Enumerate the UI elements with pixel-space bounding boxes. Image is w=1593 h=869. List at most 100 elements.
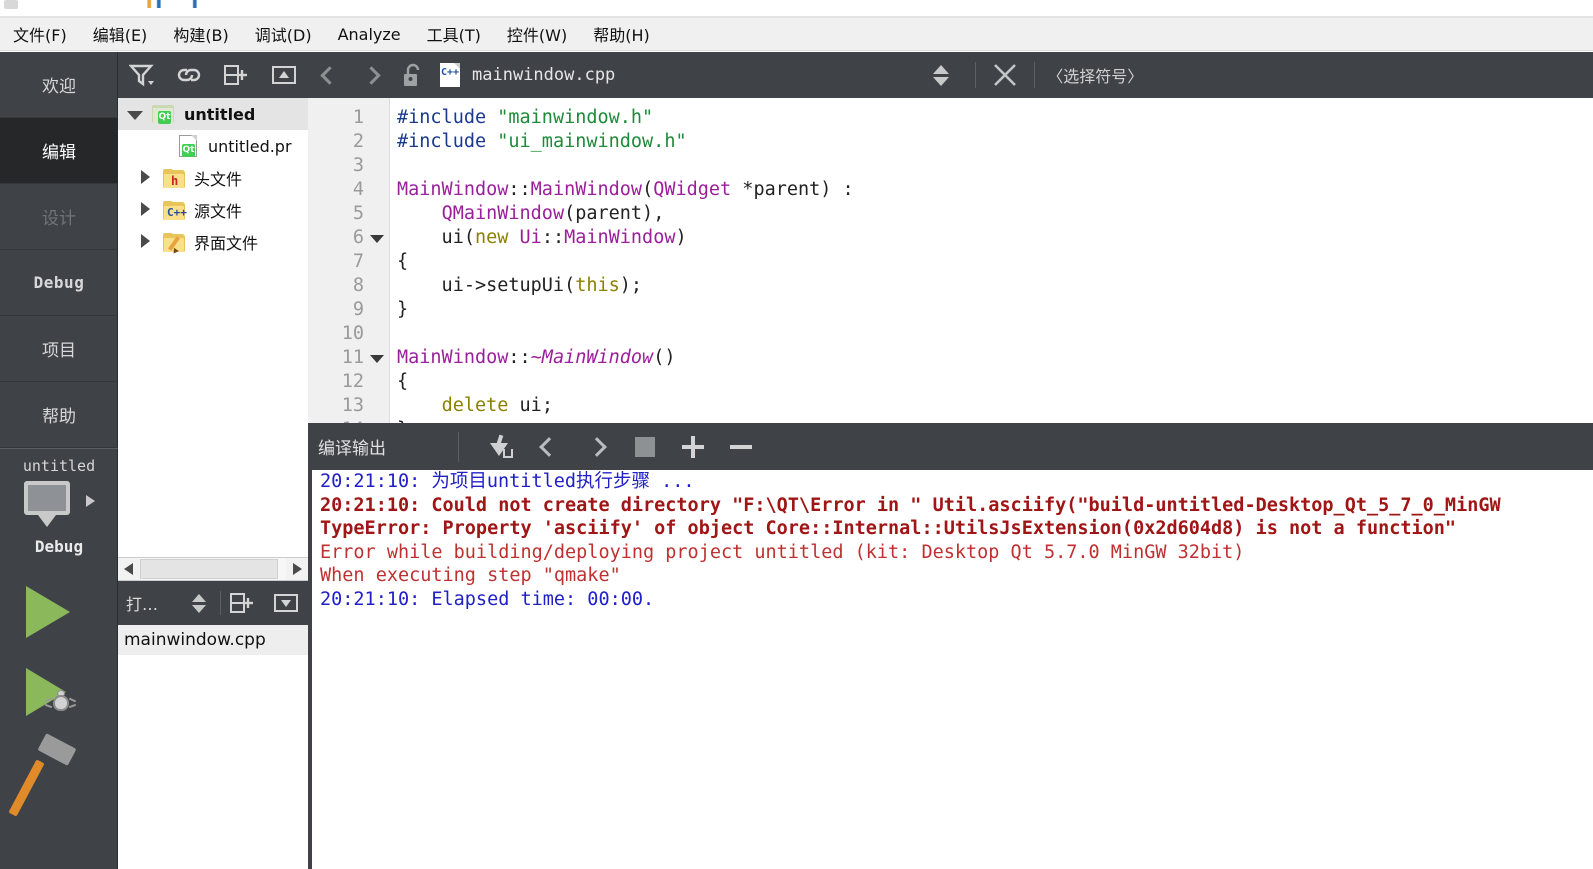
- forward-chevron-icon[interactable]: [350, 52, 392, 98]
- sidebar-item-welcome[interactable]: 欢迎: [0, 52, 118, 118]
- folder-cpp-icon: C++: [158, 200, 190, 220]
- code-token: (parent),: [564, 203, 665, 224]
- bug-icon: [44, 690, 77, 712]
- compile-output-pane[interactable]: 20:21:10: 为项目untitled执行步骤 ... 20:21:10: C…: [308, 470, 1593, 869]
- scrollbar-thumb[interactable]: [140, 559, 278, 579]
- output-pane-toolbar: 编译输出: [308, 423, 1593, 470]
- fold-marker-icon[interactable]: [370, 226, 384, 251]
- current-file-indicator[interactable]: C++ mainwindow.cpp: [434, 63, 615, 87]
- tree-item-pro-file[interactable]: Qt untitled.pr: [118, 130, 308, 162]
- sidebar-item-help[interactable]: 帮助: [0, 382, 118, 448]
- code-editor[interactable]: 1234567891011121314 #include "mainwindow…: [308, 98, 1593, 423]
- code-line: {: [397, 370, 408, 394]
- open-documents-list[interactable]: mainwindow.cpp: [118, 625, 308, 869]
- tree-item-sources[interactable]: C++ 源文件: [118, 194, 308, 226]
- build-button[interactable]: [8, 733, 98, 817]
- tree-item-label: 源文件: [194, 202, 243, 221]
- line-number: 11: [341, 347, 364, 368]
- mode-selector: 欢迎 编辑 设计 Debug 项目 帮助 untitled Debug: [0, 52, 118, 869]
- project-side-panel: Qt untitled Qt untitled.pr h 头文件 C++ 源文件…: [118, 52, 308, 869]
- expand-twisty-icon[interactable]: [122, 105, 148, 124]
- kit-configuration-label: Debug: [34, 537, 84, 556]
- unlocked-padlock-icon[interactable]: [392, 52, 434, 98]
- next-item-button[interactable]: [573, 423, 621, 470]
- desktop-monitor-icon: [24, 481, 70, 515]
- menu-debug[interactable]: 调试(D): [242, 18, 325, 50]
- source-code[interactable]: #include "mainwindow.h" #include "ui_main…: [391, 98, 1593, 423]
- scroll-right-icon[interactable]: [286, 558, 308, 580]
- scrollbar-track[interactable]: [140, 558, 286, 580]
- code-token: delete: [441, 395, 509, 416]
- tree-item-project-root[interactable]: Qt untitled: [118, 98, 308, 130]
- split-icon[interactable]: [221, 580, 264, 626]
- prev-item-button[interactable]: [525, 423, 573, 470]
- hammer-handle-icon: [8, 759, 45, 817]
- clear-output-button[interactable]: [477, 423, 525, 470]
- tree-item-forms[interactable]: 界面文件: [118, 226, 308, 258]
- code-token: ): [675, 227, 687, 248]
- menu-build[interactable]: 构建(B): [160, 18, 241, 50]
- fold-marker-icon[interactable]: [370, 346, 384, 371]
- link-icon[interactable]: [166, 52, 214, 98]
- line-number: 12: [341, 371, 364, 392]
- titlebar-text-remnant: [130, 0, 250, 8]
- editor-toolbar: C++ mainwindow.cpp 〈选择符号〉: [308, 52, 1593, 98]
- filter-icon[interactable]: [118, 52, 166, 98]
- sidebar-item-debug[interactable]: Debug: [0, 250, 118, 316]
- dropdown-icon[interactable]: [265, 580, 308, 626]
- code-token: new: [474, 227, 509, 248]
- symbol-selector[interactable]: 〈选择符号〉: [1043, 63, 1143, 87]
- project-tree[interactable]: Qt untitled Qt untitled.pr h 头文件 C++ 源文件…: [118, 98, 308, 557]
- split-icon[interactable]: [213, 52, 261, 98]
- file-spinner-icon[interactable]: [915, 52, 967, 98]
- stop-button[interactable]: [621, 423, 669, 470]
- back-chevron-icon[interactable]: [308, 52, 350, 98]
- chevron-right-icon[interactable]: [86, 495, 95, 507]
- close-x-icon[interactable]: [984, 52, 1026, 98]
- project-tree-hscrollbar[interactable]: [118, 557, 308, 581]
- menu-widgets[interactable]: 控件(W): [494, 18, 580, 50]
- sidebar-item-edit[interactable]: 编辑: [0, 118, 118, 184]
- code-token: ::: [508, 179, 531, 200]
- zoom-in-button[interactable]: [669, 423, 717, 470]
- line-number: 13: [341, 395, 364, 416]
- run-button[interactable]: [26, 586, 70, 638]
- expand-twisty-icon[interactable]: [132, 233, 158, 252]
- menu-help[interactable]: 帮助(H): [580, 18, 663, 50]
- code-token: QWidget: [653, 179, 732, 200]
- doc-spinner-icon[interactable]: [177, 580, 220, 626]
- code-line: MainWindow::MainWindow(QWidget *parent) …: [397, 178, 854, 202]
- collapse-icon[interactable]: [261, 52, 309, 98]
- menu-analyze[interactable]: Analyze: [325, 21, 414, 48]
- titlebar-remnant: [0, 0, 1593, 16]
- code-line: delete ui;: [397, 394, 553, 418]
- app-icon: [4, 0, 18, 9]
- stop-square-icon: [635, 436, 655, 457]
- code-token: MainWindow: [530, 179, 643, 200]
- code-token: (: [642, 179, 654, 200]
- zoom-out-button[interactable]: [717, 423, 765, 470]
- folder-h-icon: h: [158, 168, 190, 188]
- monitor-stand-icon: [38, 515, 56, 527]
- expand-twisty-icon[interactable]: [132, 201, 158, 220]
- tree-item-label: 头文件: [194, 170, 243, 189]
- tree-item-headers[interactable]: h 头文件: [118, 162, 308, 194]
- debug-button[interactable]: [26, 666, 96, 720]
- expand-twisty-icon[interactable]: [132, 169, 158, 188]
- open-documents-title: 打…: [126, 595, 159, 614]
- scroll-left-icon[interactable]: [118, 558, 140, 580]
- menu-edit[interactable]: 编辑(E): [80, 18, 161, 50]
- sidebar-item-design[interactable]: 设计: [0, 184, 118, 250]
- kit-selector[interactable]: untitled Debug: [0, 449, 118, 556]
- list-item[interactable]: mainwindow.cpp: [118, 625, 308, 655]
- code-token: ui(: [397, 227, 475, 248]
- code-token: #include: [397, 107, 498, 128]
- menu-tools[interactable]: 工具(T): [414, 18, 494, 50]
- sidebar-item-projects[interactable]: 项目: [0, 316, 118, 382]
- line-number: 10: [341, 323, 364, 344]
- menu-file[interactable]: 文件(F): [0, 18, 80, 50]
- code-line: ui(new Ui::MainWindow): [397, 226, 687, 250]
